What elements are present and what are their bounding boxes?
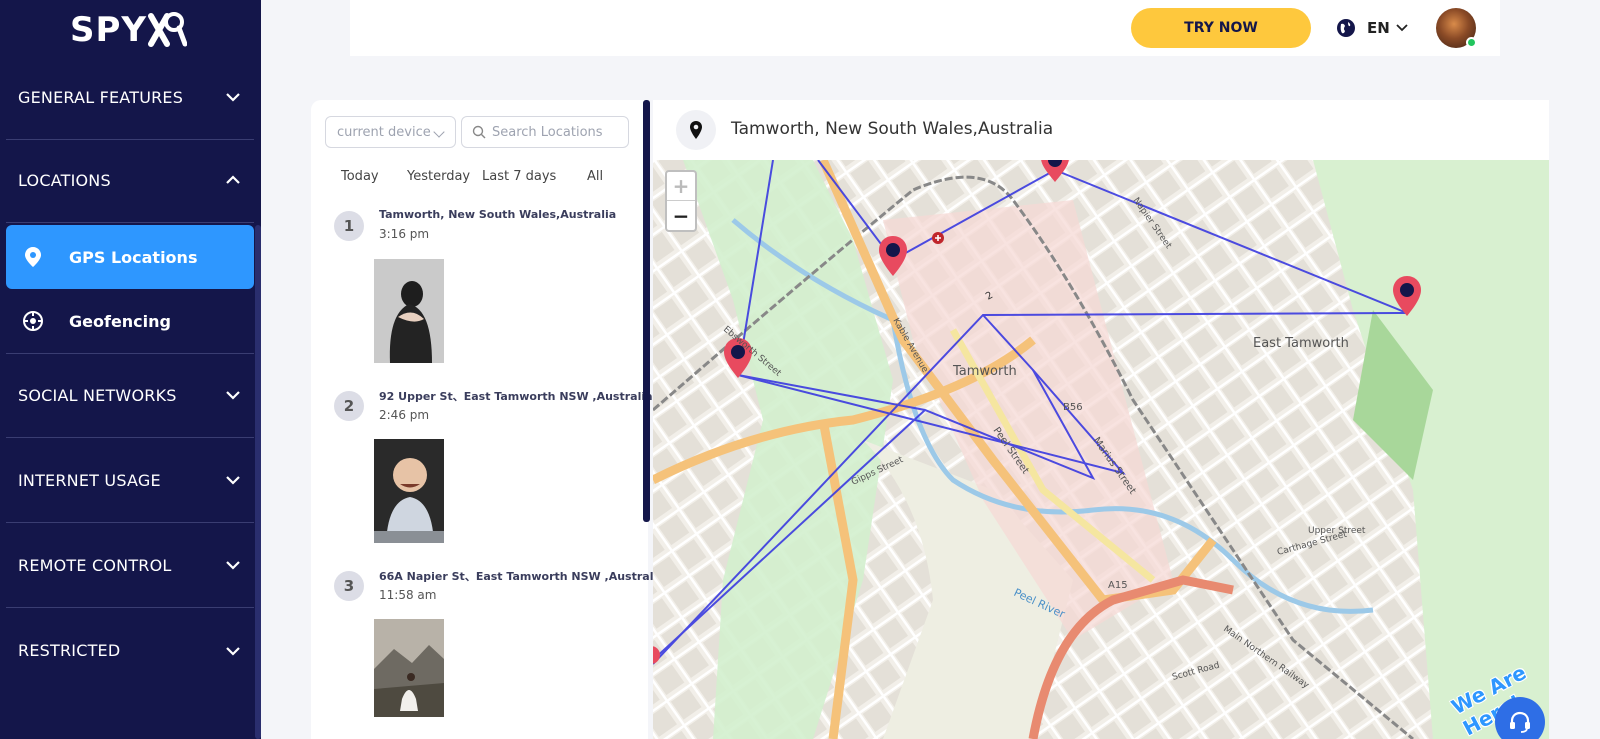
map-canvas[interactable]: Tamworth East Tamworth Peel River 2 B56 …	[653, 160, 1549, 739]
zoom-control: + −	[665, 170, 697, 232]
sidebar-item-label: Geofencing	[69, 311, 171, 331]
location-number: 2	[334, 391, 364, 421]
spyx-logo[interactable]: SPY	[70, 10, 188, 50]
nav-section-internet-usage[interactable]: INTERNET USAGE	[6, 438, 254, 523]
chevron-up-icon	[226, 175, 240, 184]
nav-section-restricted[interactable]: RESTRICTED	[6, 608, 254, 693]
user-avatar[interactable]	[1436, 8, 1477, 48]
location-number: 1	[334, 211, 364, 241]
location-photo[interactable]	[374, 439, 444, 543]
location-address: 92 Upper St、East Tamworth NSW ,Australia	[379, 390, 653, 403]
location-pin-icon	[676, 110, 716, 150]
map-label-a15: A15	[1108, 580, 1128, 591]
support-chat-button[interactable]	[1495, 697, 1545, 739]
search-input[interactable]	[492, 124, 622, 140]
location-list-panel	[311, 100, 648, 739]
chevron-down-icon	[226, 646, 240, 656]
location-address: 66A Napier St、East Tamworth NSW ,Austral…	[379, 570, 665, 583]
zoom-out-button[interactable]: −	[667, 201, 695, 230]
tab-last-7-days[interactable]: Last 7 days	[482, 169, 556, 184]
device-select[interactable]: current device	[325, 116, 456, 148]
list-scrollbar[interactable]	[643, 100, 650, 522]
nav-section-general-features[interactable]: GENERAL FEATURES	[6, 55, 254, 140]
online-status-dot	[1466, 37, 1477, 48]
search-locations-box	[461, 116, 629, 148]
map-svg: Tamworth East Tamworth Peel River 2 B56 …	[653, 160, 1549, 739]
nav-section-remote-control[interactable]: REMOTE CONTROL	[6, 523, 254, 608]
geofence-icon	[22, 310, 44, 332]
chevron-down-icon	[433, 126, 445, 138]
location-time: 3:16 pm	[379, 227, 430, 241]
search-icon	[472, 125, 486, 139]
try-now-button[interactable]: TRY NOW	[1131, 8, 1311, 48]
language-label: EN	[1367, 19, 1390, 37]
chevron-down-icon	[226, 93, 240, 102]
nav-section-label: INTERNET USAGE	[18, 470, 161, 490]
language-selector[interactable]: EN	[1336, 16, 1409, 40]
chevron-down-icon	[1396, 24, 1408, 32]
zoom-in-button[interactable]: +	[667, 172, 695, 201]
nav-section-locations[interactable]: LOCATIONS	[6, 138, 254, 223]
chevron-down-icon	[226, 561, 240, 570]
location-time: 2:46 pm	[379, 408, 430, 422]
map-label-b56: B56	[1063, 402, 1083, 413]
tab-today[interactable]: Today	[341, 169, 379, 184]
map-label-east-tamworth: East Tamworth	[1253, 336, 1349, 351]
location-number: 3	[334, 571, 364, 601]
sidebar-item-gps-locations[interactable]: GPS Locations	[6, 225, 254, 289]
chevron-down-icon	[226, 476, 240, 485]
location-time: 11:58 am	[379, 588, 437, 602]
top-bar	[350, 0, 1500, 56]
nav-section-label: REMOTE CONTROL	[18, 555, 172, 575]
nav-section-label: LOCATIONS	[18, 170, 111, 190]
tab-yesterday[interactable]: Yesterday	[407, 169, 470, 184]
current-address: Tamworth, New South Wales,Australia	[731, 119, 1054, 139]
chevron-down-icon	[226, 391, 240, 400]
sidebar-item-geofencing[interactable]: Geofencing	[6, 289, 254, 353]
sidebar: SPY GENERAL FEATURES LOCATIONS GPS Locat…	[0, 0, 261, 739]
nav-section-label: RESTRICTED	[18, 641, 121, 660]
nav-section-social-networks[interactable]: SOCIAL NETWORKS	[6, 353, 254, 438]
map-pin-icon	[22, 246, 44, 268]
location-photo[interactable]	[374, 259, 444, 363]
headset-icon	[1510, 711, 1530, 733]
sidebar-scrollbar[interactable]	[255, 225, 261, 739]
sidebar-item-label: GPS Locations	[69, 247, 198, 267]
tab-all[interactable]: All	[587, 169, 603, 184]
device-select-value: current device	[337, 124, 431, 140]
location-photo[interactable]	[374, 619, 444, 723]
logo-text: SPY	[70, 10, 148, 50]
location-address: Tamworth, New South Wales,Australia	[379, 208, 617, 221]
nav-section-label: GENERAL FEATURES	[18, 87, 184, 107]
map-label-tamworth: Tamworth	[952, 364, 1017, 379]
nav-section-label: SOCIAL NETWORKS	[18, 385, 177, 405]
map-label-upper-street: Upper Street	[1308, 526, 1366, 536]
logo-x-mark	[147, 10, 188, 50]
globe-icon	[1337, 19, 1355, 37]
